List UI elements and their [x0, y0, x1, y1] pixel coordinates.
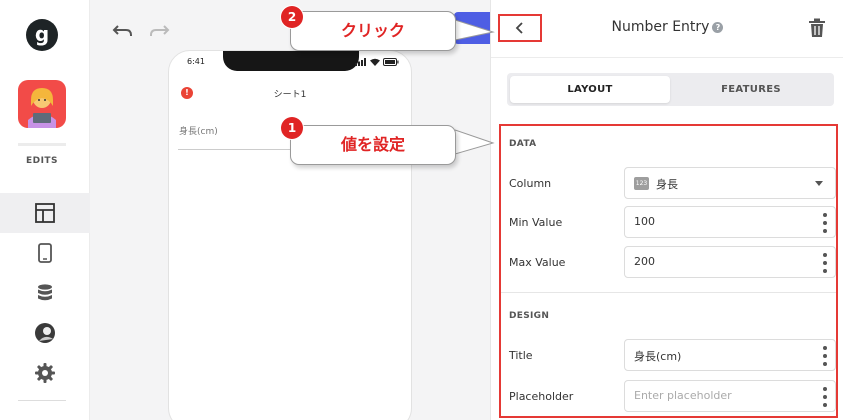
number-entry-label[interactable]: 身長(cm) — [179, 124, 218, 137]
battery-icon — [383, 58, 399, 66]
phone-notch — [223, 51, 359, 71]
placeholder-label: Placeholder — [509, 390, 574, 403]
trash-icon — [809, 18, 825, 37]
layout-icon — [35, 203, 55, 223]
nav-settings[interactable] — [0, 353, 90, 393]
placeholder-value: Enter placeholder — [634, 389, 732, 402]
nav-data[interactable] — [0, 273, 90, 313]
edits-indicator — [18, 143, 66, 146]
settings-highlight: DATA Column 123 身長 Min Value 100 Max Val… — [499, 124, 838, 418]
left-sidebar: g EDITS — [0, 0, 90, 420]
edits-label: EDITS — [25, 156, 59, 166]
callout-2-tail — [455, 19, 495, 41]
database-icon — [38, 284, 52, 301]
phone-preview: 6:41 ! シート1 身長(cm) — [168, 50, 412, 420]
column-select[interactable]: 123 身長 — [624, 167, 836, 199]
signal-icon — [355, 58, 366, 66]
wifi-icon — [370, 58, 380, 66]
title-input[interactable]: 身長(cm) — [624, 339, 836, 371]
panel-title: Number Entry? — [491, 19, 843, 35]
undo-button[interactable] — [112, 20, 134, 40]
avatar-icon — [35, 323, 55, 343]
number-type-icon: 123 — [634, 177, 649, 190]
mobile-icon — [38, 243, 52, 263]
callout-2-text: クリック — [340, 21, 405, 40]
callout-2: クリック — [290, 11, 456, 51]
design-section-heading: DESIGN — [509, 311, 550, 321]
title-label: Title — [509, 349, 533, 362]
glide-logo[interactable]: g — [26, 19, 58, 51]
data-section-heading: DATA — [509, 139, 537, 149]
callout-1-text: 値を設定 — [340, 135, 405, 154]
more-options-icon[interactable] — [823, 253, 827, 273]
min-value-input[interactable]: 100 — [624, 206, 836, 238]
nav-mobile[interactable] — [0, 233, 90, 273]
more-options-icon[interactable] — [823, 213, 827, 233]
tab-features[interactable]: FEATURES — [671, 76, 831, 103]
min-value: 100 — [634, 215, 655, 228]
nav-users[interactable] — [0, 313, 90, 353]
callout-2-number: 2 — [281, 6, 303, 28]
status-icons — [355, 58, 399, 66]
sidebar-divider — [18, 400, 66, 401]
status-time: 6:41 — [187, 57, 205, 66]
min-value-label: Min Value — [509, 216, 563, 229]
panel-tabs: LAYOUT FEATURES — [507, 73, 834, 106]
max-value-label: Max Value — [509, 256, 566, 269]
title-value: 身長(cm) — [634, 350, 682, 363]
more-options-icon[interactable] — [823, 346, 827, 366]
nav-layout[interactable] — [0, 193, 90, 233]
more-options-icon[interactable] — [823, 387, 827, 407]
panel-header: Number Entry? — [491, 0, 843, 58]
screen-title: シート1 — [273, 90, 307, 100]
app-icon[interactable] — [18, 80, 66, 128]
callout-1-number: 1 — [281, 117, 303, 139]
panel-title-text: Number Entry — [611, 19, 710, 35]
callout-1: 値を設定 — [290, 125, 456, 165]
help-icon[interactable]: ? — [712, 22, 724, 33]
redo-button[interactable] — [148, 20, 170, 40]
undo-icon — [112, 25, 132, 36]
gear-icon — [35, 363, 55, 383]
canvas-area: 6:41 ! シート1 身長(cm) — [90, 0, 490, 420]
chevron-down-icon — [815, 181, 823, 186]
properties-panel: Number Entry? LAYOUT FEATURES DATA Colum… — [490, 0, 843, 420]
redo-icon — [150, 25, 170, 36]
max-value: 200 — [634, 255, 655, 268]
column-label: Column — [509, 177, 552, 190]
glide-editor: g EDITS 6:41 ! シート1 身長(cm) Number Entry … — [0, 0, 843, 420]
delete-button[interactable] — [808, 18, 826, 42]
callout-1-tail — [455, 129, 495, 155]
section-divider — [501, 292, 836, 293]
placeholder-input[interactable]: Enter placeholder — [624, 380, 836, 412]
column-value: 身長 — [656, 178, 678, 191]
tab-layout[interactable]: LAYOUT — [510, 76, 670, 103]
max-value-input[interactable]: 200 — [624, 246, 836, 278]
